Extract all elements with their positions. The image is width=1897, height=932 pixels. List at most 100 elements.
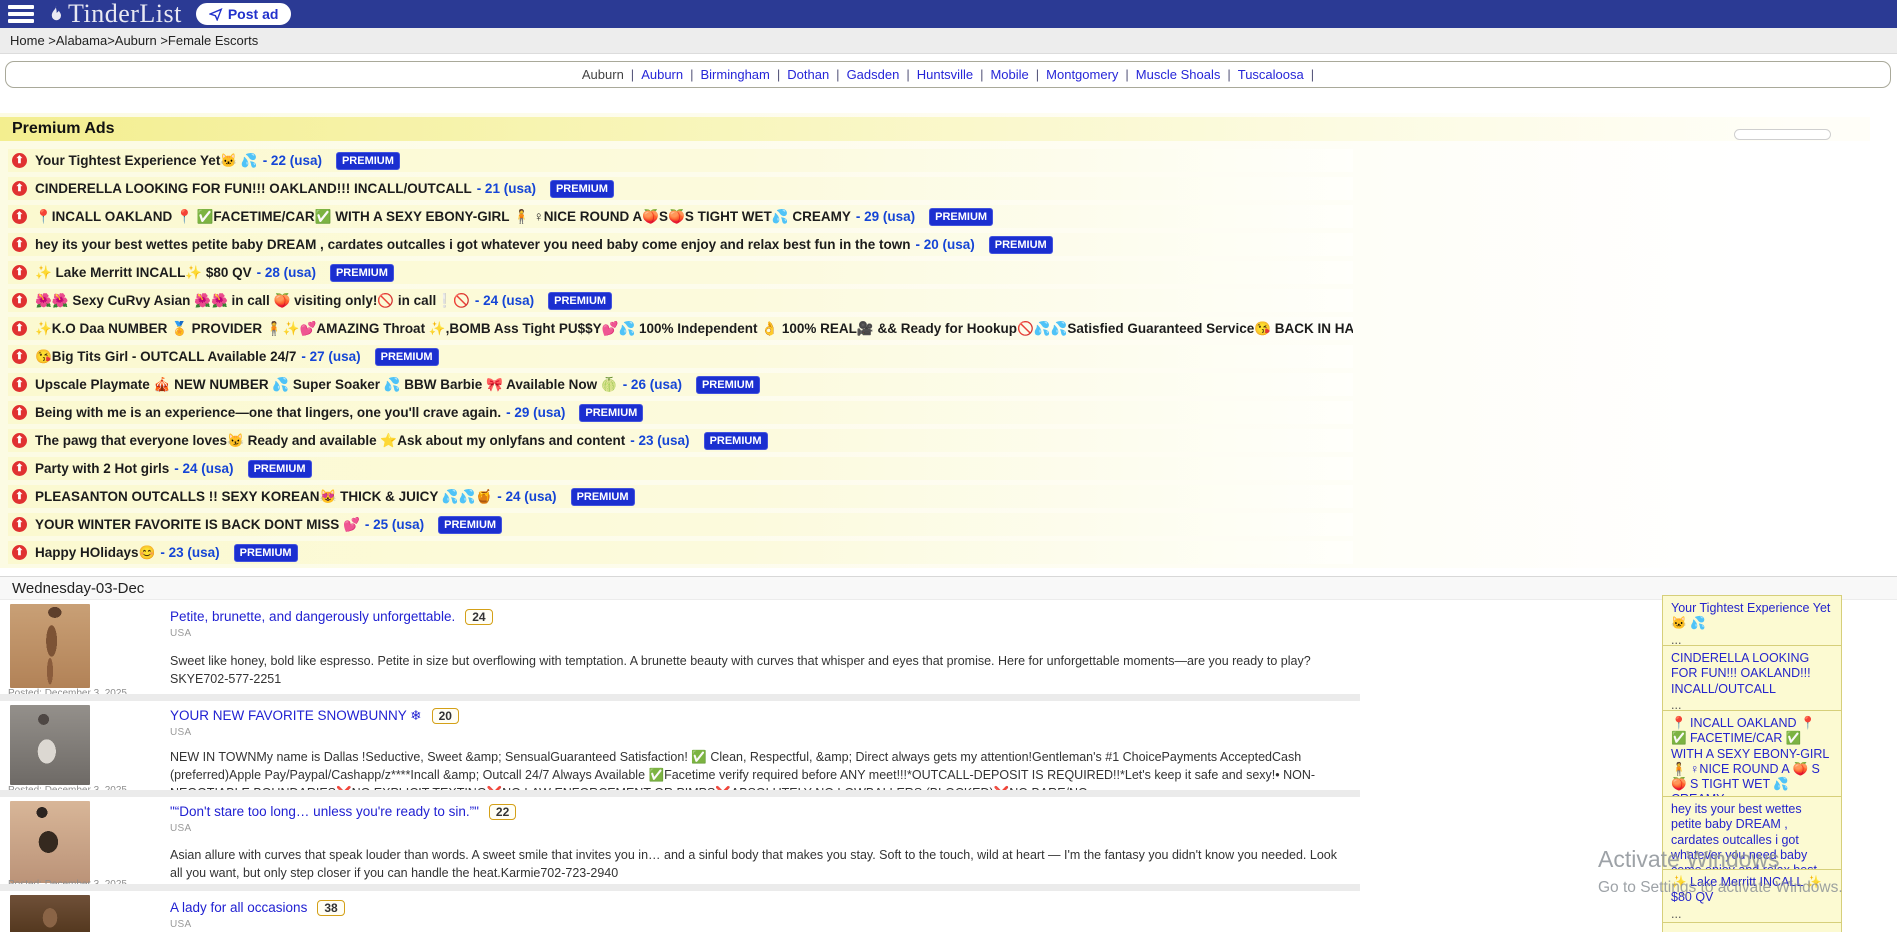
flame-icon (46, 4, 66, 24)
city-link-montgomery[interactable]: Montgomery (1046, 67, 1118, 82)
city-link-muscle-shoals[interactable]: Muscle Shoals (1136, 67, 1221, 82)
premium-badge: PREMIUM (704, 432, 768, 450)
premium-ad-row[interactable]: ⬆hey its your best wettes petite baby DR… (8, 233, 1353, 256)
listing-photo[interactable] (10, 895, 90, 932)
city-separator: | (836, 67, 839, 82)
listing-item: Posted: December 3, 2025 Petite, brunett… (0, 600, 1360, 694)
bump-up-icon: ⬆ (12, 405, 27, 420)
premium-ad-meta: - 24 (usa) (497, 489, 556, 504)
bump-up-icon: ⬆ (12, 517, 27, 532)
premium-ad-row[interactable]: ⬆Party with 2 Hot girls- 24 (usa)PREMIUM (8, 457, 1353, 480)
premium-ad-row[interactable]: ⬆ Being with me is an experience—one that… (8, 401, 1353, 424)
listing-photo[interactable] (10, 801, 90, 883)
bump-up-icon: ⬆ (12, 545, 27, 560)
sidebar-ad-box[interactable]: ✨ Lake Merritt INCALL ✨ $80 QV ... (1662, 869, 1842, 925)
city-link-birmingham[interactable]: Birmingham (701, 67, 770, 82)
premium-ad-row[interactable]: ⬆✨ Lake Merritt INCALL✨ $80 QV- 28 (usa)… (8, 261, 1353, 284)
sidebar-ad-text[interactable]: CINDERELLA LOOKING FOR FUN!!! OAKLAND!!!… (1671, 651, 1833, 697)
sidebar-ad-box[interactable] (1662, 922, 1842, 932)
sidebar-ad-text[interactable]: 📍 INCALL OAKLAND 📍 ✅ FACETIME/CAR ✅ WITH… (1671, 716, 1833, 808)
listing-location: USA (170, 919, 1340, 930)
logo-text: TinderList (68, 1, 182, 27)
premium-ads-title: Premium Ads (12, 120, 115, 138)
premium-badge: PREMIUM (579, 404, 643, 422)
age-badge: 20 (432, 708, 459, 724)
premium-ad-text: Upscale Playmate 🎪 NEW NUMBER 💦 Super So… (35, 377, 618, 393)
premium-ad-text: 😘Big Tits Girl - OUTCALL Available 24/7 (35, 349, 296, 365)
divider (0, 694, 1360, 701)
premium-ad-row[interactable]: ⬆YOUR WINTER FAVORITE IS BACK DONT MISS … (8, 513, 1353, 536)
top-navbar: TinderList Post ad (0, 0, 1897, 28)
sidebar-ad-box[interactable]: CINDERELLA LOOKING FOR FUN!!! OAKLAND!!!… (1662, 645, 1842, 716)
post-ad-label: Post ad (228, 6, 279, 22)
sidebar-ad-text[interactable]: Your Tightest Experience Yet🐱 💦 (1671, 601, 1833, 632)
premium-ad-text: CINDERELLA LOOKING FOR FUN!!! OAKLAND!!!… (35, 181, 472, 196)
city-link-gadsden[interactable]: Gadsden (847, 67, 900, 82)
premium-ad-text: Being with me is an experience—one that … (35, 405, 501, 420)
horizontal-scrollbar[interactable] (1734, 129, 1831, 140)
premium-ad-text: PLEASANTON OUTCALLS !! SEXY KOREAN😻 THIC… (35, 489, 492, 505)
premium-ad-row[interactable]: ⬆Upscale Playmate 🎪 NEW NUMBER 💦 Super S… (8, 373, 1353, 396)
premium-ad-text: 📍INCALL OAKLAND 📍 ✅FACETIME/CAR✅ WITH A … (35, 209, 851, 225)
premium-ad-text: Happy HOlidays😊 (35, 545, 155, 561)
premium-ad-row[interactable]: ⬆🌺🌺 Sexy CuRvy Asian 🌺🌺 in call 🍑 visiti… (8, 289, 1353, 312)
page: TinderList Post ad Home >Alabama>Auburn … (0, 0, 1897, 932)
city-separator: | (690, 67, 693, 82)
listing-title-link[interactable]: "“Don't stare too long… unless you're re… (170, 804, 479, 819)
premium-ad-row[interactable]: ⬆CINDERELLA LOOKING FOR FUN!!! OAKLAND!!… (8, 177, 1353, 200)
age-badge: 38 (317, 900, 344, 916)
bump-up-icon: ⬆ (12, 293, 27, 308)
premium-badge: PREMIUM (330, 264, 394, 282)
premium-ad-text: Party with 2 Hot girls (35, 461, 169, 476)
site-logo[interactable]: TinderList (46, 1, 182, 27)
city-separator: | (1036, 67, 1039, 82)
premium-ad-row[interactable]: ⬆Happy HOlidays😊- 23 (usa)PREMIUM (8, 541, 1353, 564)
premium-ad-meta: - 20 (usa) (915, 237, 974, 252)
listing-photo[interactable] (10, 705, 90, 785)
listing-title-link[interactable]: Petite, brunette, and dangerously unforg… (170, 609, 455, 624)
breadcrumb[interactable]: Home >Alabama>Auburn >Female Escorts (10, 33, 258, 48)
premium-ad-text: hey its your best wettes petite baby DRE… (35, 237, 910, 252)
city-separator: | (1311, 67, 1314, 82)
listing-description: Asian allure with curves that speak loud… (170, 846, 1340, 882)
premium-ad-text: Your Tightest Experience Yet🐱 💦 (35, 153, 258, 169)
listing-item: Posted: December 3, 2025 YOUR NEW FAVORI… (0, 701, 1360, 790)
premium-badge: PREMIUM (248, 460, 312, 478)
post-ad-button[interactable]: Post ad (196, 3, 292, 25)
date-header-band: Wednesday-03-Dec (0, 576, 1897, 600)
listing-title-link[interactable]: A lady for all occasions (170, 900, 307, 915)
premium-ad-row[interactable]: ⬆ 📍INCALL OAKLAND 📍 ✅FACETIME/CAR✅ WITH A… (8, 205, 1353, 228)
sidebar-ad-box[interactable]: Your Tightest Experience Yet🐱 💦 ... (1662, 595, 1842, 651)
city-separator: | (980, 67, 983, 82)
city-link-auburn[interactable]: Auburn (641, 67, 683, 82)
premium-ad-row[interactable]: ⬆✨K.O Daa NUMBER 🏅 PROVIDER 🧍✨💕AMAZING T… (8, 317, 1353, 340)
premium-ad-meta: - 29 (usa) (856, 209, 915, 224)
date-header: Wednesday-03-Dec (12, 580, 144, 597)
bump-up-icon: ⬆ (12, 489, 27, 504)
premium-ad-row[interactable]: ⬆Your Tightest Experience Yet🐱 💦- 22 (us… (8, 149, 1353, 172)
city-link-auburn-active: Auburn (582, 67, 624, 82)
paper-plane-icon (209, 7, 223, 21)
menu-icon[interactable] (8, 5, 34, 23)
bump-up-icon: ⬆ (12, 349, 27, 364)
listing-title-link[interactable]: YOUR NEW FAVORITE SNOWBUNNY ❄ (170, 708, 422, 723)
premium-ad-meta: - 29 (usa) (506, 405, 565, 420)
premium-ad-row[interactable]: ⬆ PLEASANTON OUTCALLS !! SEXY KOREAN😻 THI… (8, 485, 1353, 508)
premium-ad-row[interactable]: ⬆ The pawg that everyone loves😼 Ready and… (8, 429, 1353, 452)
bump-up-icon: ⬆ (12, 433, 27, 448)
premium-ad-row[interactable]: ⬆ 😘Big Tits Girl - OUTCALL Available 24/7… (8, 345, 1353, 368)
city-link-huntsville[interactable]: Huntsville (917, 67, 973, 82)
premium-ads-section: Premium Ads ⬆ Your Tightest Experience Ye… (0, 113, 1897, 568)
city-link-tuscaloosa[interactable]: Tuscaloosa (1238, 67, 1304, 82)
city-links-box: Auburn | Auburn | Birmingham | Dothan | … (5, 61, 1891, 88)
city-separator: | (777, 67, 780, 82)
bump-up-icon: ⬆ (12, 209, 27, 224)
city-link-mobile[interactable]: Mobile (990, 67, 1028, 82)
listing-photo[interactable] (10, 604, 90, 688)
premium-ad-text: The pawg that everyone loves😼 Ready and … (35, 433, 625, 449)
bump-up-icon: ⬆ (12, 153, 27, 168)
premium-ad-meta: - 24 (usa) (475, 293, 534, 308)
premium-ad-meta: - 23 (usa) (630, 433, 689, 448)
city-link-dothan[interactable]: Dothan (787, 67, 829, 82)
sidebar-ad-text[interactable]: ✨ Lake Merritt INCALL ✨ $80 QV (1671, 875, 1833, 906)
